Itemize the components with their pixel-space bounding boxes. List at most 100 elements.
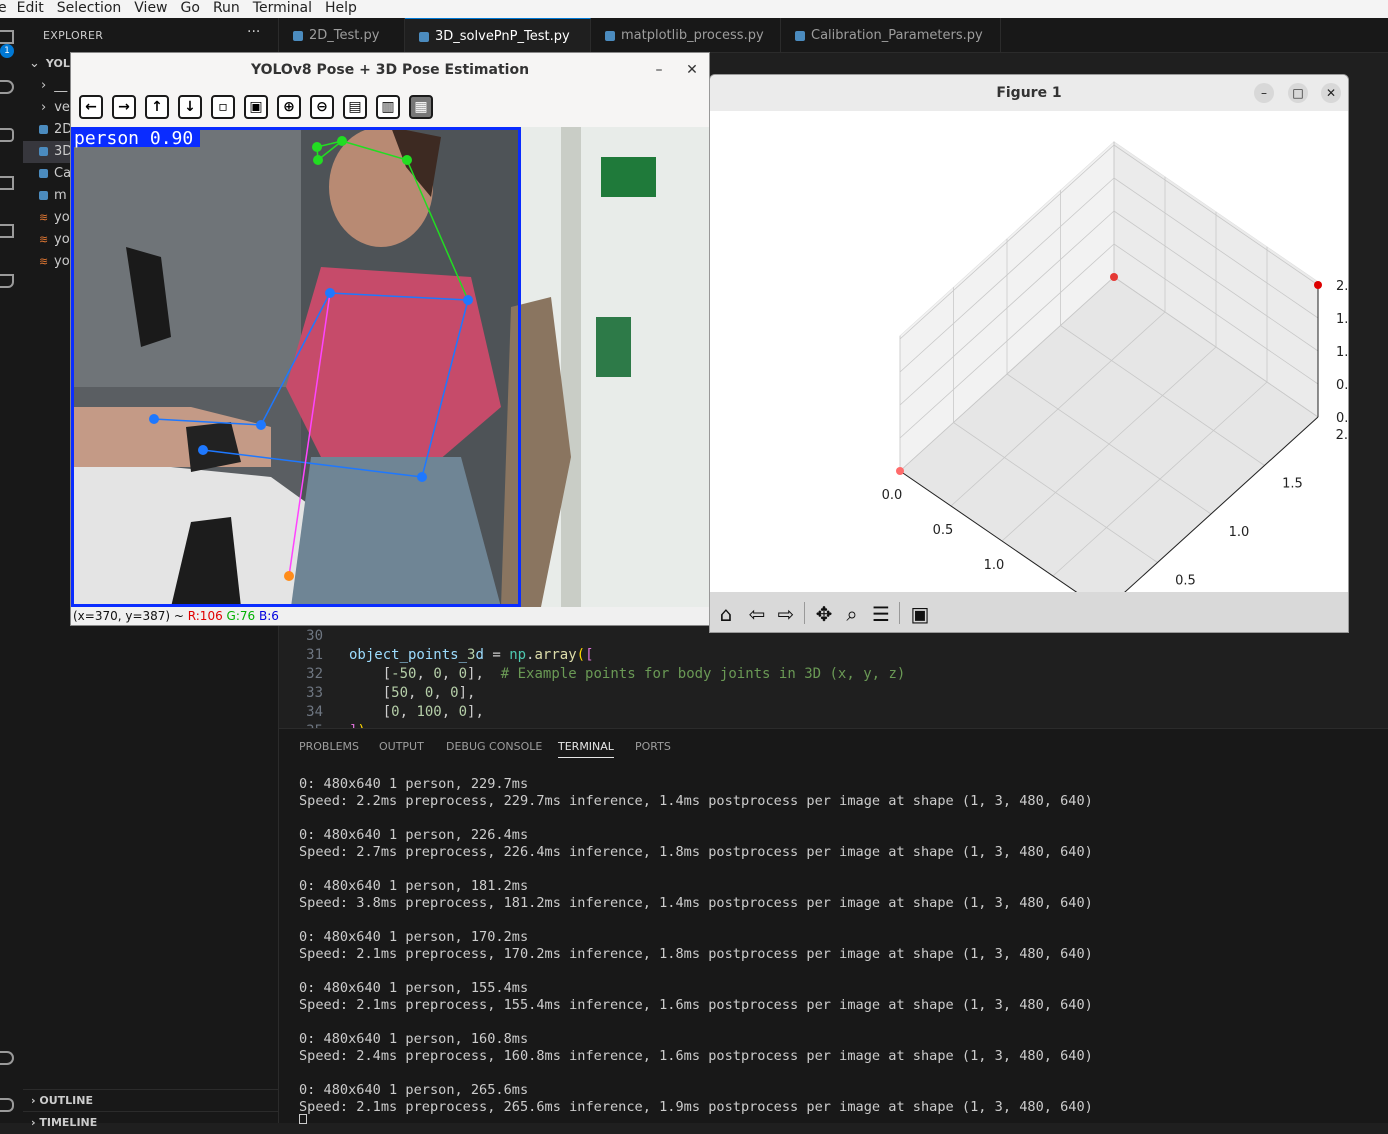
cv-close-button[interactable]: ✕: [681, 59, 703, 81]
account-icon[interactable]: [0, 1051, 14, 1065]
line-number: 33: [306, 685, 323, 701]
menu-item-1[interactable]: Edit: [17, 0, 44, 18]
zoom-in-icon[interactable]: ⊕: [277, 95, 301, 119]
zoom-fit-icon[interactable]: ▣: [244, 95, 268, 119]
panel-tab[interactable]: DEBUG CONSOLE: [446, 740, 542, 753]
pan-right-icon[interactable]: →: [112, 95, 136, 119]
toolbar-separator: [804, 602, 805, 624]
mpl-toolbar: ⌂ ⇦ ⇨ ✥ ⌕ ☰ ▣: [710, 592, 1348, 632]
x-tick-label: 1.0: [984, 558, 1005, 573]
tab-label: matplotlib_process.py: [621, 28, 764, 43]
timeline-section[interactable]: › TIMELINE: [23, 1111, 279, 1133]
scatter-3d-chart: 0.00.51.01.52.00.00.51.01.52.00.00.51.01…: [882, 141, 1348, 632]
activity-bar: 1: [0, 18, 23, 1123]
menu-item-2[interactable]: Selection: [57, 0, 122, 18]
editor-tab[interactable]: 2D_Test.py: [279, 18, 405, 53]
data-point: [1314, 281, 1322, 289]
zoom-original-icon[interactable]: ▫: [211, 95, 235, 119]
python-file-icon: [795, 30, 805, 41]
zoom-out-icon[interactable]: ⊖: [310, 95, 334, 119]
explorer-icon[interactable]: [0, 30, 14, 44]
detection-label: person 0.90: [74, 128, 193, 149]
python-file-icon: [419, 31, 429, 42]
menu-item-4[interactable]: Go: [181, 0, 200, 18]
code-line[interactable]: 32 [-50, 0, 0], # Example points for bod…: [279, 665, 1388, 684]
code-line[interactable]: 34 [0, 100, 0],: [279, 703, 1388, 722]
menu-item-3[interactable]: View: [134, 0, 167, 18]
x-tick-label: 0.0: [882, 488, 903, 503]
figure-canvas[interactable]: 0.00.51.01.52.00.00.51.01.52.00.00.51.01…: [710, 111, 1348, 632]
cv-minimize-button[interactable]: –: [648, 59, 670, 81]
pan-left-icon[interactable]: ←: [79, 95, 103, 119]
extensions-icon[interactable]: [0, 224, 14, 238]
editor-tab[interactable]: matplotlib_process.py ●: [591, 18, 781, 78]
panel-tab[interactable]: PROBLEMS: [299, 740, 359, 753]
terminal-line: Speed: 2.7ms preprocess, 226.4ms inferen…: [299, 844, 1093, 860]
menu-item-5[interactable]: Run: [213, 0, 240, 18]
chevron-down-icon: ⌄: [29, 56, 40, 71]
cursor-coords: (x=370, y=387) ~: [73, 609, 188, 623]
code-text: object_points_3d = np.array([: [349, 647, 594, 663]
settings-gear-icon[interactable]: [0, 1098, 14, 1112]
pan-up-icon[interactable]: ↑: [145, 95, 169, 119]
forward-arrow-icon[interactable]: ⇨: [773, 601, 799, 627]
terminal-line: 0: 480x640 1 person, 226.4ms: [299, 827, 529, 843]
mpl-maximize-button[interactable]: □: [1288, 83, 1308, 103]
terminal-line: 0: 480x640 1 person, 170.2ms: [299, 929, 529, 945]
tab-label: 3D_solvePnP_Test.py: [435, 29, 570, 44]
tab-label: Calibration_Parameters.py: [811, 28, 983, 43]
pixel-r: R:106: [187, 609, 223, 623]
configure-subplots-icon[interactable]: ☰: [868, 601, 894, 627]
panel-tab[interactable]: TERMINAL: [558, 740, 614, 758]
opencv-window[interactable]: YOLOv8 Pose + 3D Pose Estimation – ✕ ← →…: [70, 52, 710, 626]
keypoint-elbow-left: [417, 472, 427, 482]
pan-move-icon[interactable]: ✥: [811, 601, 837, 627]
data-point: [1110, 273, 1118, 281]
source-control-icon[interactable]: [0, 128, 14, 142]
tree-item-label: Ca: [54, 166, 72, 181]
mpl-close-button[interactable]: ✕: [1321, 83, 1341, 103]
properties-icon[interactable]: ▦: [409, 95, 433, 119]
home-icon[interactable]: ⌂: [713, 601, 739, 627]
keypoint-hip: [284, 571, 294, 581]
tree-item-label: ve: [54, 100, 70, 115]
back-arrow-icon[interactable]: ⇦: [744, 601, 770, 627]
panel-tab[interactable]: PORTS: [635, 740, 671, 753]
menu-item-7[interactable]: Help: [325, 0, 357, 18]
run-debug-icon[interactable]: [0, 176, 14, 190]
notification-badge: 1: [0, 44, 14, 58]
bottom-panel: PROBLEMS OUTPUT DEBUG CONSOLE TERMINAL PORTS…: [279, 728, 1388, 1124]
camera-image[interactable]: person 0.90: [71, 127, 709, 607]
copy-clipboard-icon[interactable]: ▥: [376, 95, 400, 119]
menu-item-0[interactable]: e: [0, 0, 7, 18]
save-figure-icon[interactable]: ▣: [907, 601, 933, 627]
x-tick-label: 0.5: [933, 523, 954, 538]
editor-tab[interactable]: Calibration_Parameters.py: [781, 18, 1001, 53]
zoom-magnifier-icon[interactable]: ⌕: [839, 601, 865, 627]
keypoint-eye-left: [313, 155, 323, 165]
testing-icon[interactable]: [0, 274, 14, 288]
panel-tab[interactable]: OUTPUT: [379, 740, 424, 753]
mpl-minimize-button[interactable]: –: [1254, 83, 1274, 103]
z-tick-label: 2.0: [1336, 279, 1348, 294]
tab-label: 2D_Test.py: [309, 28, 380, 43]
tree-item-label: yo: [54, 254, 70, 269]
search-icon[interactable]: [0, 80, 14, 94]
python-file-icon: [39, 191, 48, 200]
z-tick-label: 0.0: [1336, 411, 1348, 426]
terminal-line: Speed: 2.2ms preprocess, 229.7ms inferen…: [299, 793, 1093, 809]
code-line[interactable]: 31 object_points_3d = np.array([: [279, 646, 1388, 665]
outline-section[interactable]: › OUTLINE: [23, 1089, 279, 1111]
editor-tab-bar: 2D_Test.py3D_solvePnP_Test.py ×matplotli…: [279, 18, 1388, 79]
z-tick-label: 1.0: [1336, 345, 1348, 360]
code-line[interactable]: 33 [50, 0, 0],: [279, 684, 1388, 703]
matplotlib-window[interactable]: Figure 1 – □ ✕ 0.0 0.5 1.0 1.5 2.0 0.0 0.5 1.0 1…: [709, 74, 1349, 633]
editor-tab[interactable]: 3D_solvePnP_Test.py ×: [405, 18, 591, 79]
data-point: [896, 467, 904, 475]
tree-item-label: yo: [54, 232, 70, 247]
more-actions-icon[interactable]: ···: [247, 24, 260, 40]
menu-item-6[interactable]: Terminal: [253, 0, 312, 18]
save-image-icon[interactable]: ▤: [343, 95, 367, 119]
chevron-right-icon: ›: [41, 78, 47, 93]
pan-down-icon[interactable]: ↓: [178, 95, 202, 119]
